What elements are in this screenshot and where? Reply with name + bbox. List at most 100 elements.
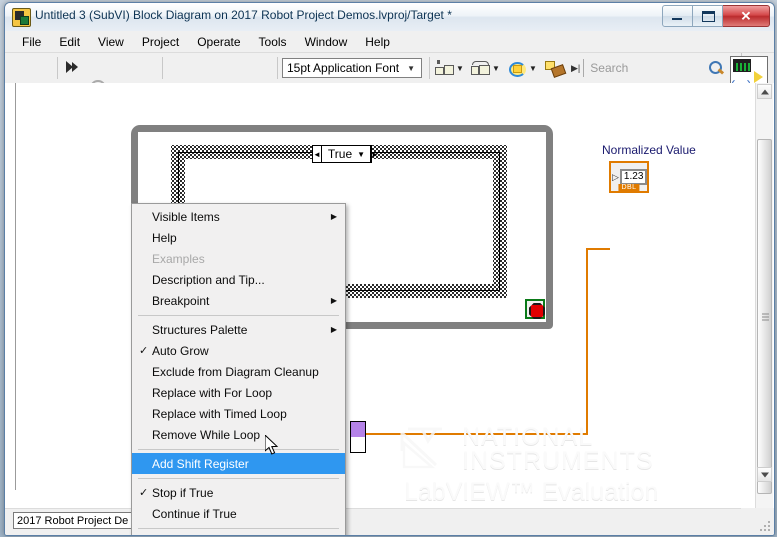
menu-separator xyxy=(138,528,339,529)
search-divider-icon: ▶| xyxy=(571,62,581,73)
magnifier-icon[interactable] xyxy=(708,60,724,76)
resize-grip[interactable] xyxy=(759,521,771,533)
menu-item-window[interactable]: Window xyxy=(296,33,357,51)
wire-segment-horizontal-lower[interactable] xyxy=(366,433,588,435)
case-next-arrow-icon[interactable]: ► xyxy=(370,146,379,162)
align-objects-icon xyxy=(435,60,454,76)
reorder-objects-icon xyxy=(508,60,527,77)
status-text: 2017 Robot Project De xyxy=(17,514,129,527)
normalized-value-label: Normalized Value xyxy=(602,143,696,157)
ctx-label: Stop if True xyxy=(152,485,214,500)
chevron-down-icon: ▼ xyxy=(492,63,500,73)
ctx-label: Auto Grow xyxy=(152,343,209,358)
indicator-value: 1.23 xyxy=(619,169,648,185)
ctx-item-examples: Examples xyxy=(132,248,345,269)
menu-item-help[interactable]: Help xyxy=(356,33,399,51)
ctx-label: Description and Tip... xyxy=(152,272,265,287)
menu-item-operate[interactable]: Operate xyxy=(188,33,249,51)
font-selector-value: 15pt Application Font xyxy=(287,61,400,75)
menu-item-view[interactable]: View xyxy=(89,33,133,51)
hidden-node[interactable] xyxy=(350,421,366,453)
case-selector[interactable]: ◄ True ▼ ► xyxy=(312,145,379,163)
ctx-label: Structures Palette xyxy=(152,322,248,337)
ctx-item-replace-with-for-loop[interactable]: Replace with For Loop xyxy=(132,382,345,403)
menu-bar: File Edit View Project Operate Tools Win… xyxy=(5,31,774,53)
evaluation-watermark: NATIONAL INSTRUMENTS LabVIEW™ Evaluation… xyxy=(398,423,758,508)
menu-separator xyxy=(138,449,339,450)
case-prev-arrow-icon[interactable]: ◄ xyxy=(313,146,322,162)
menu-item-file[interactable]: File xyxy=(13,33,50,51)
watermark-line-2: INSTRUMENTS xyxy=(462,447,654,475)
maximize-button[interactable] xyxy=(693,5,723,27)
indicator-datatype: DBL xyxy=(618,184,640,192)
wire-segment-horizontal-upper[interactable] xyxy=(586,248,610,250)
close-button[interactable]: ✕ xyxy=(723,5,770,27)
vertical-scroll-thumb[interactable] xyxy=(757,139,772,494)
watermark-line-3: LabVIEW™ Evaluation Software xyxy=(404,478,659,508)
labview-window: Untitled 3 (SubVI) Block Diagram on 2017… xyxy=(4,2,775,536)
broom-icon xyxy=(545,60,567,78)
case-selector-value: True xyxy=(327,147,353,161)
ctx-item-visible-items[interactable]: Visible Items ▶ xyxy=(132,206,345,227)
ctx-item-add-shift-register[interactable]: Add Shift Register xyxy=(132,453,345,474)
ctx-item-description-and-tip[interactable]: Description and Tip... xyxy=(132,269,345,290)
ctx-item-continue-if-true[interactable]: Continue if True xyxy=(132,503,345,524)
search-placeholder: Search xyxy=(590,61,629,75)
clean-up-diagram-button[interactable] xyxy=(545,58,567,78)
while-loop-context-menu[interactable]: Visible Items ▶ Help Examples Descriptio… xyxy=(131,203,346,537)
ctx-label: Exclude from Diagram Cleanup xyxy=(152,364,319,379)
menu-item-tools[interactable]: Tools xyxy=(250,33,296,51)
ctx-item-stop-if-true[interactable]: ✓ Stop if True xyxy=(132,482,345,503)
ctx-label: Continue if True xyxy=(152,506,237,521)
submenu-arrow-icon: ▶ xyxy=(330,212,337,221)
menu-separator xyxy=(138,315,339,316)
scroll-up-button[interactable] xyxy=(757,84,772,99)
scroll-down-button[interactable] xyxy=(757,467,772,482)
watermark-line-1: NATIONAL xyxy=(462,423,594,451)
ctx-item-breakpoint[interactable]: Breakpoint ▶ xyxy=(132,290,345,311)
ctx-label: Replace with For Loop xyxy=(152,385,273,400)
ctx-item-structures-palette[interactable]: Structures Palette ▶ xyxy=(132,319,345,340)
ctx-item-help[interactable]: Help xyxy=(132,227,345,248)
menu-item-edit[interactable]: Edit xyxy=(50,33,89,51)
vertical-scrollbar[interactable] xyxy=(755,83,773,508)
ctx-label: Remove While Loop xyxy=(152,427,261,442)
labview-vi-icon xyxy=(12,8,31,27)
ctx-item-replace-with-timed-loop[interactable]: Replace with Timed Loop xyxy=(132,403,345,424)
reorder-objects-button[interactable]: ▼ xyxy=(508,58,537,78)
checkmark-icon: ✓ xyxy=(139,345,149,357)
stop-condition-terminal[interactable] xyxy=(525,299,545,319)
ctx-label: Help xyxy=(152,230,177,245)
ctx-label: Visible Items xyxy=(152,209,220,224)
window-controls: ✕ xyxy=(662,5,770,27)
menu-separator xyxy=(138,478,339,479)
wire-segment-vertical[interactable] xyxy=(586,248,588,435)
minimize-button[interactable] xyxy=(662,5,693,27)
chevron-down-icon[interactable]: ▼ xyxy=(357,150,370,159)
search-box[interactable]: ▶| Search ? xyxy=(571,58,741,78)
block-diagram-canvas[interactable]: ◄ True ▼ ► Normalized Value ▷ 1.23 DBL N… xyxy=(5,83,774,508)
vi-icon-screen xyxy=(733,59,752,72)
normalized-value-indicator[interactable]: ▷ 1.23 DBL xyxy=(609,161,649,193)
align-objects-button[interactable]: ▼ xyxy=(435,58,464,78)
distribute-objects-icon xyxy=(471,60,490,76)
ctx-label: Add Shift Register xyxy=(152,456,249,471)
ctx-item-remove-while-loop[interactable]: Remove While Loop xyxy=(132,424,345,445)
ctx-item-auto-grow[interactable]: ✓ Auto Grow xyxy=(132,340,345,361)
ctx-item-exclude-from-diagram-cleanup[interactable]: Exclude from Diagram Cleanup xyxy=(132,361,345,382)
window-title: Untitled 3 (SubVI) Block Diagram on 2017… xyxy=(35,8,452,22)
canvas-surface[interactable]: ◄ True ▼ ► Normalized Value ▷ 1.23 DBL N… xyxy=(15,83,752,508)
ctx-label: Remove and Rewire xyxy=(152,536,261,537)
submenu-arrow-icon: ▶ xyxy=(330,325,337,334)
status-project-box[interactable]: 2017 Robot Project De xyxy=(13,512,133,529)
maximize-icon xyxy=(702,11,715,22)
run-button[interactable] xyxy=(65,59,83,77)
menu-item-project[interactable]: Project xyxy=(133,33,188,51)
search-input[interactable]: Search xyxy=(583,59,708,77)
font-selector[interactable]: 15pt Application Font ▼ xyxy=(282,58,422,78)
labview-block-diagram-screenshot: Untitled 3 (SubVI) Block Diagram on 2017… xyxy=(0,0,777,537)
ctx-label: Breakpoint xyxy=(152,293,210,308)
title-bar: Untitled 3 (SubVI) Block Diagram on 2017… xyxy=(5,3,774,32)
ctx-item-remove-and-rewire[interactable]: Remove and Rewire xyxy=(132,532,345,537)
distribute-objects-button[interactable]: ▼ xyxy=(471,58,500,78)
